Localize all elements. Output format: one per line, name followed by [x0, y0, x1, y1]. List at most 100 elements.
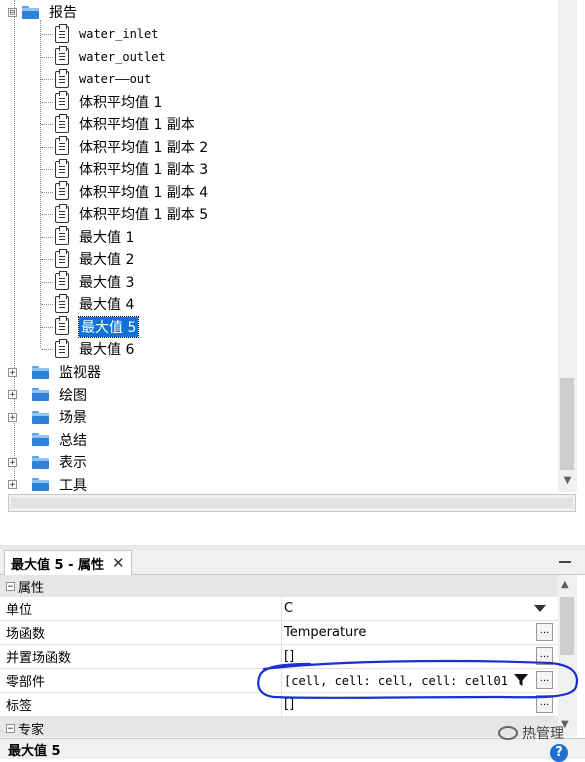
tree-node-label: 表示 — [59, 455, 87, 471]
expand-icon[interactable]: + — [8, 412, 17, 422]
report-document-icon — [55, 91, 69, 110]
tree-node-folder[interactable]: + 场景 — [8, 406, 87, 428]
field-function-value[interactable]: Temperature — [281, 621, 537, 644]
wechat-icon — [498, 726, 518, 740]
report-document-icon — [55, 203, 69, 223]
tree-node-label: 最大值 2 — [79, 252, 135, 268]
expand-icon[interactable]: + — [8, 480, 17, 490]
report-document-icon — [55, 23, 69, 43]
tree-node-label: 体积平均值 1 副本 — [79, 117, 195, 133]
tree-node-report-item[interactable]: 体积平均值 1 副本 — [55, 113, 195, 135]
close-icon[interactable]: ✕ — [112, 554, 125, 572]
annotation-circle — [257, 659, 579, 699]
property-row-unit[interactable]: 单位 C — [0, 597, 558, 621]
simulation-tree: ⊟ 报告 water_inlet water_outlet water——out 体积… — [0, 0, 558, 492]
scroll-down-icon[interactable]: ▼ — [561, 474, 574, 488]
category-expert[interactable]: − 专家 — [0, 717, 558, 737]
property-name: 并置场函数 — [6, 651, 72, 666]
tree-connector — [41, 349, 53, 350]
tree-node-folder[interactable]: + 表示 — [8, 451, 87, 473]
tree-node-report-item[interactable]: water——out — [55, 68, 151, 90]
property-row-field-function[interactable]: 场函数 Temperature ... — [0, 621, 558, 645]
tree-node-report-item[interactable]: 最大值 6 — [55, 338, 134, 360]
scroll-up-icon[interactable]: ▲ — [561, 579, 569, 590]
folder-icon — [32, 365, 49, 379]
expand-icon[interactable]: + — [8, 457, 17, 467]
tree-connector — [40, 20, 41, 348]
tree-node-report-item[interactable]: 体积平均值 1 副本 3 — [55, 158, 208, 180]
tree-connector — [41, 169, 53, 170]
tree-node-report-item[interactable]: water_inlet — [55, 23, 158, 45]
tree-connector — [41, 281, 53, 283]
tree-node-folder[interactable]: + 工具 — [8, 474, 87, 492]
tree-node-folder[interactable]: + 监视器 — [8, 361, 101, 383]
folder-icon — [32, 455, 49, 469]
scrollbar-track — [11, 498, 573, 508]
expand-icon[interactable]: + — [8, 390, 17, 400]
status-title: 最大值 5 — [8, 743, 61, 759]
tree-connector — [41, 56, 53, 58]
collapse-icon[interactable]: ⊟ — [8, 7, 17, 17]
browse-button[interactable]: ... — [536, 623, 553, 641]
tree-connector — [41, 259, 53, 260]
tree-node-report-item[interactable]: water_outlet — [55, 46, 166, 68]
tree-connector — [41, 79, 53, 80]
tree-connector — [41, 146, 53, 148]
folder-icon — [32, 410, 49, 424]
tree-node-label: 体积平均值 1 副本 5 — [79, 207, 209, 223]
tree-node-label: 最大值 4 — [79, 297, 135, 313]
report-document-icon — [55, 113, 69, 133]
report-document-icon — [55, 271, 69, 290]
tree-horizontal-scrollbar[interactable] — [8, 494, 576, 512]
report-document-icon — [55, 158, 69, 178]
tree-node-label: water——out — [79, 72, 152, 86]
unit-select[interactable]: C — [281, 597, 537, 620]
tree-node-report-item[interactable]: 体积平均值 1 副本 2 — [55, 136, 208, 158]
minimize-icon[interactable] — [559, 561, 571, 563]
report-document-icon — [55, 248, 69, 268]
scrollbar-thumb[interactable] — [560, 378, 574, 470]
folder-icon — [32, 388, 49, 401]
tree-node-folder[interactable]: + 绘图 — [8, 384, 87, 406]
scrollbar-thumb[interactable] — [560, 597, 574, 655]
report-document-icon — [55, 181, 69, 200]
tree-node-report-item[interactable]: 最大值 5 — [55, 315, 140, 338]
tree-node-label: 体积平均值 1 副本 3 — [79, 162, 209, 178]
properties-tab-title: 最大值 5 - 属性 — [11, 557, 105, 573]
expand-icon[interactable]: + — [8, 367, 17, 377]
category-properties[interactable]: − 属性 — [0, 575, 558, 597]
watermark: 热管理 — [498, 723, 564, 743]
tree-node-report-item[interactable]: 体积平均值 1 副本 5 — [55, 203, 208, 225]
tree-node-report-item[interactable]: 最大值 2 — [55, 248, 134, 270]
tree-connector — [41, 236, 53, 238]
collapse-icon[interactable]: − — [6, 723, 15, 733]
tree-node-report-item[interactable]: 体积平均值 1 — [55, 91, 162, 113]
help-icon[interactable]: ? — [550, 744, 568, 762]
tree-node-label: 体积平均值 1 副本 4 — [79, 184, 209, 201]
tree-node-report-item[interactable]: 最大值 1 — [55, 226, 134, 248]
tree-connector — [41, 304, 53, 305]
tree-node-label: 最大值 6 — [79, 342, 135, 358]
tree-node-folder[interactable]: 总结 — [8, 429, 87, 451]
tree-node-label: water_outlet — [79, 49, 166, 64]
tree-node-label: 最大值 1 — [79, 229, 135, 246]
tree-node-report-item[interactable]: 最大值 4 — [55, 293, 134, 315]
watermark-text: 热管理 — [522, 726, 564, 742]
tree-node-report-item[interactable]: 体积平均值 1 副本 4 — [55, 181, 208, 203]
tree-vertical-scrollbar[interactable]: ▼ — [558, 0, 577, 492]
properties-tab[interactable]: 最大值 5 - 属性 ✕ — [4, 550, 132, 575]
folder-icon — [22, 5, 39, 19]
report-document-icon — [55, 46, 69, 65]
folder-icon — [32, 433, 49, 446]
tree-node-report[interactable]: ⊟ 报告 — [8, 1, 77, 23]
tree-node-label: 绘图 — [59, 387, 87, 404]
report-document-icon — [55, 226, 69, 245]
chevron-down-icon[interactable] — [534, 605, 546, 612]
property-name: 标签 — [6, 699, 33, 714]
tree-connector — [41, 34, 53, 35]
tree-node-label: 监视器 — [59, 365, 101, 381]
collapse-icon[interactable]: − — [6, 581, 15, 591]
tree-node-report-item[interactable]: 最大值 3 — [55, 271, 134, 293]
property-name: 场函数 — [6, 627, 46, 642]
property-name: 零部件 — [6, 675, 46, 690]
